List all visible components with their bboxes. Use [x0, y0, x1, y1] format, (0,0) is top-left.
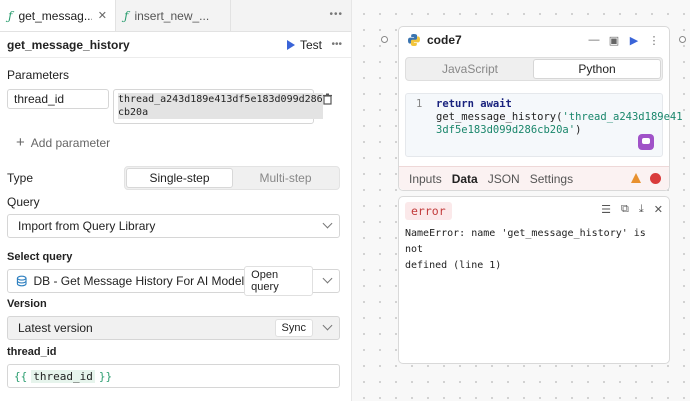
- result-panel: error ☰ ⧉ ⤓ ✕ NameError: name 'get_messa…: [398, 196, 670, 364]
- param-value-line: cb20a: [118, 107, 149, 118]
- type-label: Type: [7, 171, 34, 185]
- node-header: code7 — ▣ ▶ ⋮: [399, 27, 669, 53]
- more-icon[interactable]: •••: [331, 39, 342, 50]
- result-tab-inputs[interactable]: Inputs: [409, 172, 442, 186]
- result-tab-json[interactable]: JSON: [488, 172, 520, 186]
- result-tab-data[interactable]: Data: [452, 172, 478, 186]
- error-icon: [650, 173, 661, 184]
- version-select[interactable]: Latest version Sync: [7, 316, 340, 340]
- code-close: ): [575, 124, 582, 136]
- trash-icon[interactable]: [322, 93, 333, 105]
- query-source-select[interactable]: Import from Query Library: [7, 214, 340, 238]
- input-connector[interactable]: [381, 36, 388, 43]
- line-number: 1: [416, 98, 423, 110]
- chevron-down-icon: [322, 273, 333, 284]
- parameters-heading: Parameters: [7, 68, 70, 82]
- output-connector[interactable]: [679, 36, 686, 43]
- close-icon[interactable]: ✕: [654, 203, 663, 216]
- chevron-down-icon: [322, 320, 333, 331]
- warning-icon: [631, 173, 641, 183]
- code-string: 3df5e183d099d286cb20a': [436, 124, 576, 136]
- code-string: 'thread_a243d189e41: [562, 111, 683, 123]
- tab-label: insert_new_...: [134, 8, 210, 23]
- query-tab-bar: ƒ get_messag... ✕ ƒ insert_new_... •••: [0, 0, 351, 32]
- version-value: Latest version: [18, 321, 93, 335]
- close-icon[interactable]: ✕: [98, 9, 107, 22]
- select-query-value: DB - Get Message History For AI Model: [33, 274, 245, 288]
- param-value-line: thread_a243d189e413df5e183d099d286: [118, 94, 323, 105]
- type-segmented-control: Single-step Multi-step: [124, 166, 340, 190]
- copy-icon[interactable]: ⧉: [621, 203, 629, 216]
- node-name: code7: [427, 33, 462, 47]
- parameters-section: Parameters: [7, 68, 340, 82]
- code-keyword: return await: [436, 98, 512, 110]
- tab-label: get_messag...: [18, 8, 92, 23]
- code-call: get_message_history(: [436, 111, 563, 123]
- add-parameter-button[interactable]: + Add parameter: [16, 134, 340, 151]
- param-name-input[interactable]: thread_id: [7, 89, 109, 109]
- error-message-line: NameError: name 'get_message_history' is…: [405, 228, 646, 255]
- download-icon[interactable]: ⤓: [639, 203, 644, 216]
- play-icon: [286, 39, 295, 50]
- tab-get-message-history[interactable]: ƒ get_messag... ✕: [0, 0, 116, 31]
- language-python[interactable]: Python: [533, 59, 661, 79]
- database-icon: [16, 275, 27, 287]
- result-tab-settings[interactable]: Settings: [530, 172, 573, 186]
- panel-icon[interactable]: ▣: [607, 34, 621, 47]
- result-tabs: Inputs Data JSON Settings: [399, 166, 669, 190]
- template-open: {{: [14, 369, 28, 383]
- query-title: get_message_history: [7, 37, 130, 52]
- workflow-canvas[interactable]: code7 — ▣ ▶ ⋮ JavaScript Python 1 return…: [352, 0, 690, 401]
- template-close: }}: [98, 369, 113, 383]
- plus-icon: +: [16, 134, 25, 151]
- query-label: Query: [7, 195, 40, 209]
- minimize-icon[interactable]: —: [587, 34, 601, 46]
- more-icon[interactable]: ⋮: [647, 34, 661, 47]
- query-header: get_message_history Test •••: [0, 32, 351, 58]
- chevron-down-icon: [322, 218, 333, 229]
- query-source-value: Import from Query Library: [18, 219, 156, 233]
- run-icon[interactable]: ▶: [627, 34, 641, 47]
- param-value-input[interactable]: thread_a243d189e413df5e183d099d286 cb20a: [113, 89, 323, 124]
- python-icon: [408, 34, 420, 46]
- function-icon: ƒ: [124, 8, 129, 23]
- error-badge: error: [405, 202, 452, 220]
- template-variable: thread_id: [31, 369, 95, 383]
- function-icon: ƒ: [8, 8, 13, 23]
- test-label: Test: [299, 37, 322, 52]
- query-editor-panel: ƒ get_messag... ✕ ƒ insert_new_... ••• g…: [0, 0, 352, 401]
- type-option-single-step[interactable]: Single-step: [126, 168, 233, 188]
- sync-button[interactable]: Sync: [274, 319, 313, 337]
- type-option-multi-step[interactable]: Multi-step: [233, 168, 338, 188]
- version-label: Version: [7, 298, 47, 310]
- thread-id-input[interactable]: {{ thread_id }}: [7, 364, 340, 388]
- select-query-select[interactable]: DB - Get Message History For AI Model Op…: [7, 266, 340, 296]
- open-query-button[interactable]: Open query: [244, 266, 313, 296]
- ai-assistant-icon[interactable]: [638, 134, 654, 150]
- more-icon[interactable]: •••: [329, 9, 343, 20]
- test-button[interactable]: Test: [286, 37, 322, 52]
- tab-insert-new[interactable]: ƒ insert_new_...: [116, 0, 231, 31]
- code-editor[interactable]: 1 return await get_message_history('thre…: [405, 93, 683, 157]
- add-parameter-label: Add parameter: [30, 135, 111, 150]
- select-query-label: Select query: [7, 251, 73, 263]
- thread-id-label: thread_id: [7, 346, 57, 358]
- collapse-icon[interactable]: ☰: [601, 203, 611, 216]
- error-message: NameError: name 'get_message_history' is…: [405, 226, 661, 274]
- code-node[interactable]: code7 — ▣ ▶ ⋮ JavaScript Python 1 return…: [398, 26, 683, 191]
- error-message-line: defined (line 1): [405, 260, 502, 271]
- language-javascript[interactable]: JavaScript: [407, 59, 533, 79]
- language-segmented-control: JavaScript Python: [405, 57, 663, 81]
